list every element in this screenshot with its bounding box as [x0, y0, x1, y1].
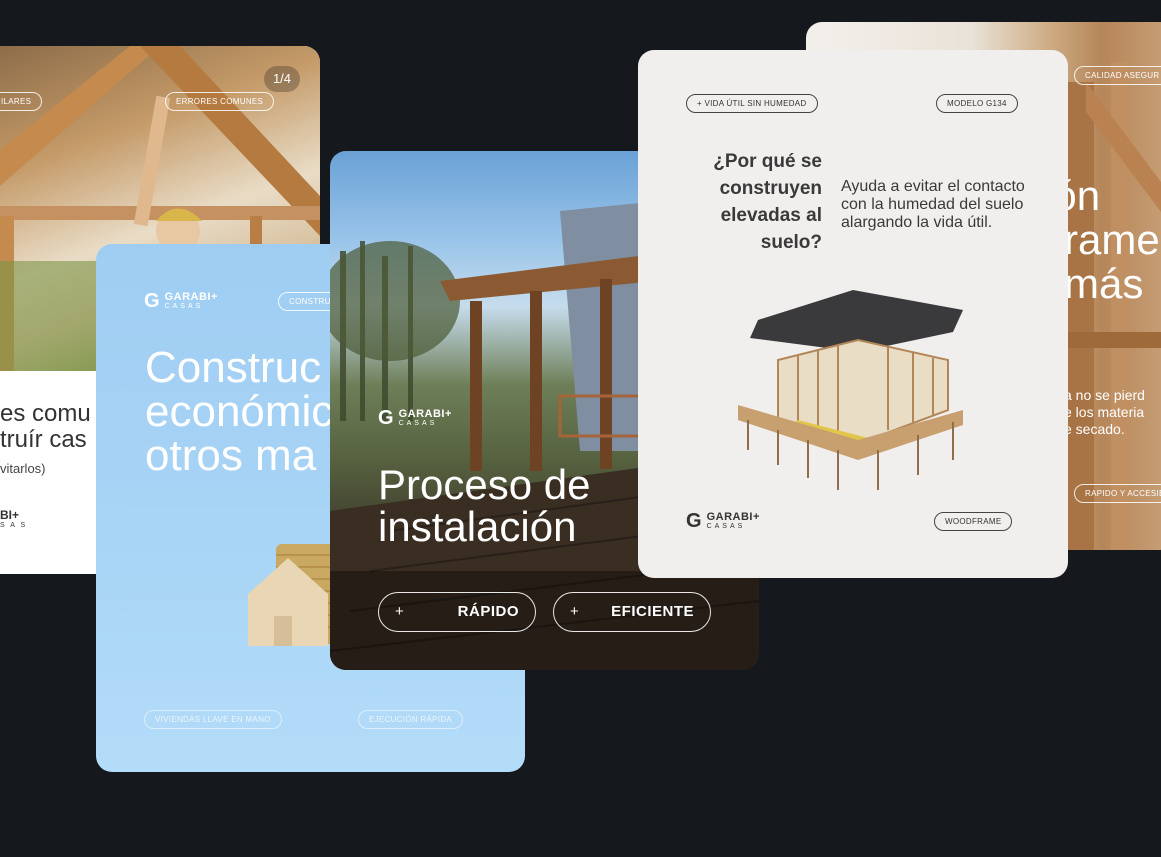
card3-logo: G GARABI+ CASAS	[378, 407, 452, 430]
card3-logo-brand: GARABI+	[398, 407, 452, 420]
pill-modelo: MODELO G134	[936, 94, 1018, 113]
card4-text-line2: e los materia	[1064, 404, 1145, 420]
card4-heading-line3: rame	[1064, 216, 1160, 263]
card1-heading-line1: es comu	[0, 400, 91, 427]
card3-title-line2: instalación	[378, 503, 577, 550]
card1-subtext: vitarlos)	[0, 461, 46, 476]
garabi-logo-icon: G	[378, 407, 394, 429]
card5-answer: Ayuda a evitar el contacto con la humeda…	[841, 178, 1025, 231]
carousel-card-elevated[interactable]: + VIDA ÚTIL SIN HUMEDAD MODELO G134 ¿Por…	[638, 50, 1068, 578]
card3-title: Proceso de instalación	[378, 464, 590, 548]
plus-icon: +	[570, 603, 580, 620]
card1-heading-line2: truír cas	[0, 426, 87, 453]
pill-woodframe: WOODFRAME	[934, 512, 1013, 531]
card2-title-line1: Construc	[145, 343, 322, 392]
pill-ejecucion: EJECUCIÓN RÁPIDA	[358, 710, 464, 729]
card5-logo-sub: CASAS	[706, 522, 746, 530]
card2-title-line2: económic	[145, 387, 334, 436]
card5-logo-brand: GARABI+	[706, 510, 760, 523]
card2-logo: G GARABI+ CASAS	[144, 290, 218, 313]
card3-logo-sub: CASAS	[398, 419, 438, 427]
card4-text-line1: a no se pierd	[1064, 387, 1145, 403]
pill-errores-comunes: ERRORES COMUNES	[165, 92, 275, 111]
eficiente-label: EFICIENTE	[611, 603, 694, 620]
card2-logo-brand: GARABI+	[164, 290, 218, 303]
rapido-button[interactable]: + RÁPIDO	[378, 592, 536, 632]
card1-logo-sub: S A S	[0, 522, 28, 529]
garabi-logo-icon: G	[144, 290, 160, 312]
card2-title-line3: otros ma	[145, 431, 317, 480]
pill-rapido-accesible: RAPIDO Y ACCESIB	[1074, 484, 1161, 503]
woodframe-house-illustration	[738, 290, 963, 490]
page-counter: 1/4	[264, 66, 300, 92]
rapido-label: RÁPIDO	[457, 603, 519, 620]
plus-icon: +	[395, 603, 405, 620]
card4-text-line3: e secado.	[1064, 421, 1125, 437]
pill-calidad: CALIDAD ASEGUR	[1074, 66, 1161, 85]
garabi-logo-icon: G	[686, 510, 702, 532]
card3-title-line1: Proceso de	[378, 461, 591, 508]
card2-title: Construc económic otros ma	[145, 346, 333, 478]
card5-logo: G GARABI+ CASAS	[686, 510, 760, 533]
card1-heading: es comu truír cas	[0, 401, 91, 453]
pill-vida-util: + VIDA ÚTIL SIN HUMEDAD	[686, 94, 818, 113]
pill-ilares: ILARES	[0, 92, 43, 111]
pill-viviendas: VIVIENDAS LLAVE EN MANO	[144, 710, 282, 729]
card2-logo-sub: CASAS	[164, 302, 204, 310]
card1-logo: BI+ S A S	[0, 508, 27, 529]
card4-heading-line4: más	[1064, 260, 1144, 307]
card5-question: ¿Por qué se construyen elevadas al suelo…	[713, 151, 822, 253]
card1-logo-text: BI+	[0, 508, 20, 522]
eficiente-button[interactable]: + EFICIENTE	[553, 592, 711, 632]
